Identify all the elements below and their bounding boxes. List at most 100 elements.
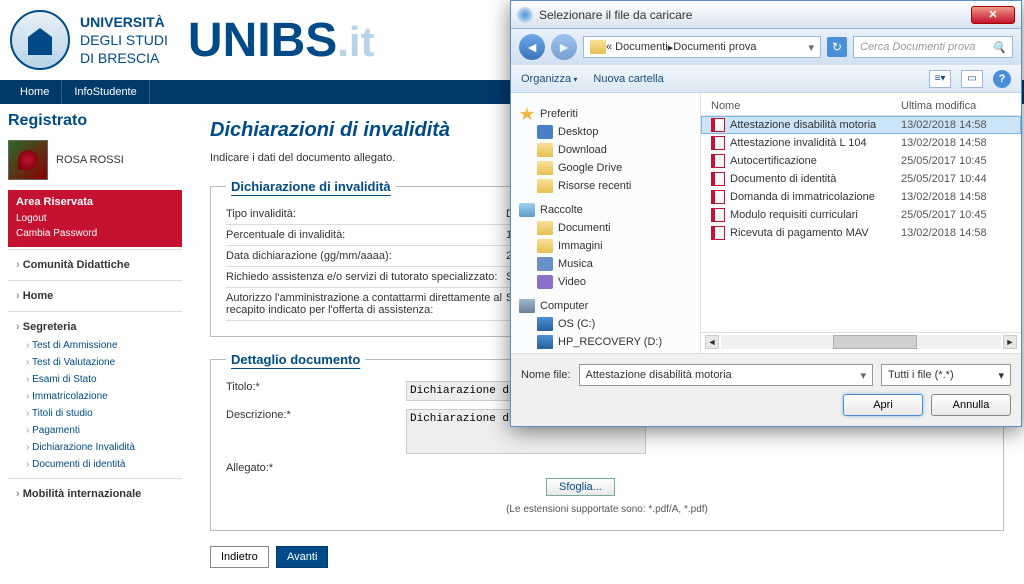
allegato-label: Allegato:*: [226, 462, 406, 474]
file-row[interactable]: Domanda di immatricolazione13/02/2018 14…: [701, 188, 1021, 206]
folder-icon: [537, 161, 553, 175]
avatar: [8, 140, 48, 180]
folder-tree: Preferiti Desktop Download Google Drive …: [511, 93, 701, 353]
video-icon: [537, 275, 553, 289]
menu-mobilita[interactable]: Mobilità internazionale: [8, 484, 182, 504]
refresh-icon[interactable]: ↻: [827, 37, 847, 57]
tree-immagini[interactable]: Immagini: [515, 237, 696, 255]
rose-icon: [18, 150, 38, 170]
file-row[interactable]: Documento di identità25/05/2017 10:44: [701, 170, 1021, 188]
tree-documenti[interactable]: Documenti: [515, 219, 696, 237]
menu-dichiarazione[interactable]: Dichiarazione Invalidità: [8, 439, 182, 456]
menu-test-ammissione[interactable]: Test di Ammissione: [8, 337, 182, 354]
menu-titoli[interactable]: Titoli di studio: [8, 405, 182, 422]
libraries-icon: [519, 203, 535, 217]
pdf-icon: [711, 154, 725, 168]
menu-test-valutazione[interactable]: Test di Valutazione: [8, 354, 182, 371]
documents-icon: [537, 221, 553, 235]
unibs-logo: UNIBS.it: [188, 13, 375, 68]
sfoglia-button[interactable]: Sfoglia...: [546, 478, 615, 496]
preview-pane-button[interactable]: ▭: [961, 70, 983, 88]
menu-home[interactable]: Home: [8, 286, 182, 306]
tree-desktop[interactable]: Desktop: [515, 123, 696, 141]
scroll-thumb[interactable]: [833, 335, 917, 349]
tree-video[interactable]: Video: [515, 273, 696, 291]
nome-file-label: Nome file:: [521, 369, 571, 381]
desc-label: Descrizione:*: [226, 409, 406, 421]
nav-forward-icon[interactable]: ►: [551, 34, 577, 60]
area-riservata: Area Riservata Logout Cambia Password: [8, 190, 182, 247]
dialog-toolbar: Organizza Nuova cartella ≡▾ ▭ ?: [511, 65, 1021, 93]
search-icon: 🔍: [992, 41, 1006, 54]
annulla-button[interactable]: Annulla: [931, 394, 1011, 416]
file-row[interactable]: Ricevuta di pagamento MAV13/02/2018 14:5…: [701, 224, 1021, 242]
indietro-button[interactable]: Indietro: [210, 546, 269, 568]
file-row[interactable]: Attestazione disabilità motoria13/02/201…: [701, 116, 1021, 134]
tree-hp-recovery[interactable]: HP_RECOVERY (D:): [515, 333, 696, 351]
pdf-icon: [711, 136, 725, 150]
filetype-select[interactable]: Tutti i file (*.*)▾: [881, 364, 1011, 386]
pdf-icon: [711, 226, 725, 240]
cambia-password-link[interactable]: Cambia Password: [16, 226, 174, 241]
tree-raccolte[interactable]: Raccolte: [515, 201, 696, 219]
help-icon[interactable]: ?: [993, 70, 1011, 88]
tree-gdrive[interactable]: Google Drive: [515, 159, 696, 177]
menu-segreteria[interactable]: Segreteria: [8, 317, 182, 337]
scroll-right-icon[interactable]: ►: [1003, 335, 1017, 349]
menu-pagamenti[interactable]: Pagamenti: [8, 422, 182, 439]
star-icon: [519, 107, 535, 121]
breadcrumb[interactable]: « Documenti ▸ Documenti prova ▾: [583, 36, 821, 58]
nav-back-icon[interactable]: ◄: [519, 34, 545, 60]
dialog-nav: ◄ ► « Documenti ▸ Documenti prova ▾ ↻ Ce…: [511, 29, 1021, 65]
col-ultima-modifica[interactable]: Ultima modifica: [901, 100, 1011, 112]
menu-immatricolazione[interactable]: Immatricolazione: [8, 388, 182, 405]
file-list-header: Nome Ultima modifica: [701, 97, 1021, 116]
auto-label: Autorizzo l'amministrazione a contattarm…: [226, 292, 506, 316]
pdf-icon: [711, 172, 725, 186]
registrato-heading: Registrato: [8, 112, 182, 130]
tree-musica[interactable]: Musica: [515, 255, 696, 273]
drive-icon: [537, 335, 553, 349]
menu-comunita[interactable]: Comunità Didattiche: [8, 255, 182, 275]
search-input[interactable]: Cerca Documenti prova 🔍: [853, 36, 1013, 58]
username: ROSA ROSSI: [56, 154, 124, 166]
apri-button[interactable]: Apri: [843, 394, 923, 416]
tree-computer[interactable]: Computer: [515, 297, 696, 315]
dialog-title-text: Selezionare il file da caricare: [539, 8, 692, 22]
folder-icon: [537, 143, 553, 157]
view-mode-button[interactable]: ≡▾: [929, 70, 951, 88]
menu-esami-stato[interactable]: Esami di Stato: [8, 371, 182, 388]
titolo-label: Titolo:*: [226, 381, 406, 393]
col-nome[interactable]: Nome: [711, 100, 901, 112]
chevron-down-icon[interactable]: ▾: [808, 41, 814, 54]
dialog-titlebar: Selezionare il file da caricare ✕: [511, 1, 1021, 29]
avanti-button[interactable]: Avanti: [276, 546, 328, 568]
file-row[interactable]: Modulo requisiti curriculari25/05/2017 1…: [701, 206, 1021, 224]
drive-icon: [537, 317, 553, 331]
file-row[interactable]: Autocertificazione25/05/2017 10:45: [701, 152, 1021, 170]
organizza-menu[interactable]: Organizza: [521, 73, 577, 85]
computer-icon: [519, 299, 535, 313]
chevron-down-icon[interactable]: ▾: [860, 369, 866, 382]
rich-label: Richiedo assistenza e/o servizi di tutor…: [226, 271, 506, 283]
horizontal-scrollbar[interactable]: ◄ ►: [701, 332, 1021, 350]
tree-download[interactable]: Download: [515, 141, 696, 159]
ie-icon: [517, 7, 533, 23]
nav-infostudente[interactable]: InfoStudente: [62, 80, 149, 104]
music-icon: [537, 257, 553, 271]
chevron-down-icon: ▾: [998, 369, 1004, 382]
file-row[interactable]: Attestazione invalidità L 10413/02/2018 …: [701, 134, 1021, 152]
logout-link[interactable]: Logout: [16, 211, 174, 226]
tree-risorse[interactable]: Risorse recenti: [515, 177, 696, 195]
file-list: Nome Ultima modifica Attestazione disabi…: [701, 93, 1021, 353]
menu-documenti[interactable]: Documenti di identità: [8, 456, 182, 473]
close-button[interactable]: ✕: [971, 6, 1015, 24]
folder-icon: [590, 40, 606, 54]
tree-os-c[interactable]: OS (C:): [515, 315, 696, 333]
tree-preferiti[interactable]: Preferiti: [515, 105, 696, 123]
nav-home[interactable]: Home: [8, 80, 62, 104]
scroll-left-icon[interactable]: ◄: [705, 335, 719, 349]
nuova-cartella-button[interactable]: Nuova cartella: [593, 73, 663, 85]
data-label: Data dichiarazione (gg/mm/aaaa):: [226, 250, 506, 262]
nome-file-input[interactable]: Attestazione disabilità motoria▾: [579, 364, 873, 386]
